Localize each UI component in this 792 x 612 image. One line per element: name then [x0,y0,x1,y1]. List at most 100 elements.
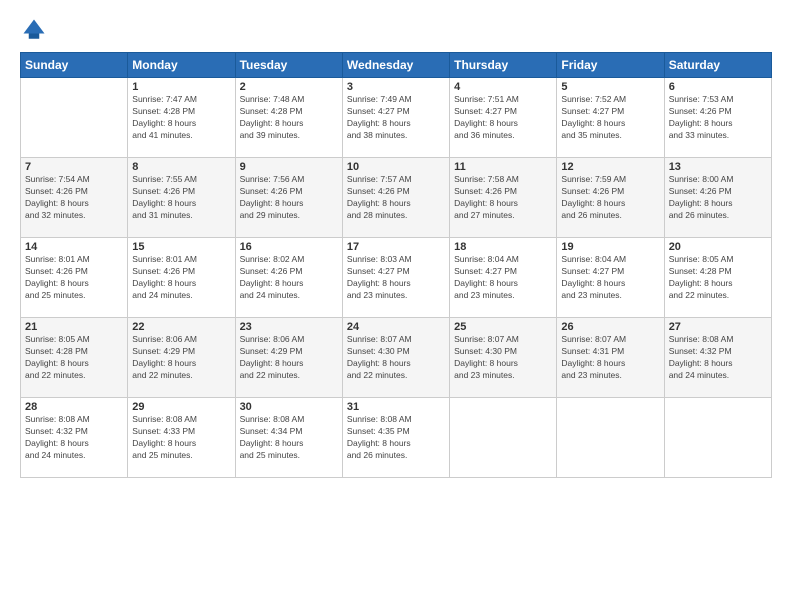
calendar-cell: 13Sunrise: 8:00 AMSunset: 4:26 PMDayligh… [664,158,771,238]
day-number: 14 [25,241,123,253]
calendar-cell: 27Sunrise: 8:08 AMSunset: 4:32 PMDayligh… [664,318,771,398]
calendar-cell: 24Sunrise: 8:07 AMSunset: 4:30 PMDayligh… [342,318,449,398]
day-info: Sunrise: 8:08 AMSunset: 4:32 PMDaylight:… [669,334,767,382]
calendar-cell: 10Sunrise: 7:57 AMSunset: 4:26 PMDayligh… [342,158,449,238]
calendar-cell: 15Sunrise: 8:01 AMSunset: 4:26 PMDayligh… [128,238,235,318]
day-number: 25 [454,321,552,333]
calendar-cell: 17Sunrise: 8:03 AMSunset: 4:27 PMDayligh… [342,238,449,318]
day-number: 11 [454,161,552,173]
day-info: Sunrise: 8:06 AMSunset: 4:29 PMDaylight:… [240,334,338,382]
calendar-cell: 8Sunrise: 7:55 AMSunset: 4:26 PMDaylight… [128,158,235,238]
calendar-cell: 16Sunrise: 8:02 AMSunset: 4:26 PMDayligh… [235,238,342,318]
calendar-cell: 20Sunrise: 8:05 AMSunset: 4:28 PMDayligh… [664,238,771,318]
day-info: Sunrise: 8:07 AMSunset: 4:30 PMDaylight:… [454,334,552,382]
calendar-cell: 19Sunrise: 8:04 AMSunset: 4:27 PMDayligh… [557,238,664,318]
weekday-header: Monday [128,53,235,78]
day-number: 23 [240,321,338,333]
day-info: Sunrise: 8:02 AMSunset: 4:26 PMDaylight:… [240,254,338,302]
day-info: Sunrise: 7:47 AMSunset: 4:28 PMDaylight:… [132,94,230,142]
day-info: Sunrise: 7:55 AMSunset: 4:26 PMDaylight:… [132,174,230,222]
day-info: Sunrise: 8:08 AMSunset: 4:33 PMDaylight:… [132,414,230,462]
day-number: 8 [132,161,230,173]
calendar-week-row: 14Sunrise: 8:01 AMSunset: 4:26 PMDayligh… [21,238,772,318]
day-number: 24 [347,321,445,333]
day-number: 30 [240,401,338,413]
day-info: Sunrise: 7:51 AMSunset: 4:27 PMDaylight:… [454,94,552,142]
day-info: Sunrise: 8:08 AMSunset: 4:35 PMDaylight:… [347,414,445,462]
logo-icon [20,16,48,44]
day-info: Sunrise: 8:01 AMSunset: 4:26 PMDaylight:… [25,254,123,302]
day-info: Sunrise: 8:04 AMSunset: 4:27 PMDaylight:… [561,254,659,302]
day-number: 21 [25,321,123,333]
day-number: 26 [561,321,659,333]
calendar-cell: 12Sunrise: 7:59 AMSunset: 4:26 PMDayligh… [557,158,664,238]
calendar-cell: 5Sunrise: 7:52 AMSunset: 4:27 PMDaylight… [557,78,664,158]
day-number: 13 [669,161,767,173]
day-info: Sunrise: 8:01 AMSunset: 4:26 PMDaylight:… [132,254,230,302]
day-number: 5 [561,81,659,93]
calendar-cell: 9Sunrise: 7:56 AMSunset: 4:26 PMDaylight… [235,158,342,238]
day-number: 20 [669,241,767,253]
day-number: 10 [347,161,445,173]
calendar-cell: 23Sunrise: 8:06 AMSunset: 4:29 PMDayligh… [235,318,342,398]
calendar-cell: 26Sunrise: 8:07 AMSunset: 4:31 PMDayligh… [557,318,664,398]
day-number: 1 [132,81,230,93]
day-info: Sunrise: 8:07 AMSunset: 4:31 PMDaylight:… [561,334,659,382]
calendar-week-row: 21Sunrise: 8:05 AMSunset: 4:28 PMDayligh… [21,318,772,398]
calendar: SundayMondayTuesdayWednesdayThursdayFrid… [20,52,772,478]
calendar-cell: 31Sunrise: 8:08 AMSunset: 4:35 PMDayligh… [342,398,449,478]
calendar-cell: 7Sunrise: 7:54 AMSunset: 4:26 PMDaylight… [21,158,128,238]
day-number: 31 [347,401,445,413]
day-info: Sunrise: 7:48 AMSunset: 4:28 PMDaylight:… [240,94,338,142]
calendar-cell: 22Sunrise: 8:06 AMSunset: 4:29 PMDayligh… [128,318,235,398]
day-info: Sunrise: 8:06 AMSunset: 4:29 PMDaylight:… [132,334,230,382]
calendar-cell: 2Sunrise: 7:48 AMSunset: 4:28 PMDaylight… [235,78,342,158]
day-number: 19 [561,241,659,253]
calendar-cell: 1Sunrise: 7:47 AMSunset: 4:28 PMDaylight… [128,78,235,158]
day-number: 7 [25,161,123,173]
weekday-header-row: SundayMondayTuesdayWednesdayThursdayFrid… [21,53,772,78]
day-number: 17 [347,241,445,253]
day-info: Sunrise: 8:07 AMSunset: 4:30 PMDaylight:… [347,334,445,382]
page: SundayMondayTuesdayWednesdayThursdayFrid… [0,0,792,612]
day-info: Sunrise: 7:56 AMSunset: 4:26 PMDaylight:… [240,174,338,222]
day-number: 18 [454,241,552,253]
day-number: 2 [240,81,338,93]
calendar-cell [557,398,664,478]
calendar-cell [450,398,557,478]
day-info: Sunrise: 7:54 AMSunset: 4:26 PMDaylight:… [25,174,123,222]
calendar-week-row: 7Sunrise: 7:54 AMSunset: 4:26 PMDaylight… [21,158,772,238]
day-number: 12 [561,161,659,173]
calendar-cell: 11Sunrise: 7:58 AMSunset: 4:26 PMDayligh… [450,158,557,238]
day-info: Sunrise: 7:58 AMSunset: 4:26 PMDaylight:… [454,174,552,222]
day-number: 3 [347,81,445,93]
day-info: Sunrise: 7:52 AMSunset: 4:27 PMDaylight:… [561,94,659,142]
day-info: Sunrise: 8:08 AMSunset: 4:32 PMDaylight:… [25,414,123,462]
day-info: Sunrise: 8:08 AMSunset: 4:34 PMDaylight:… [240,414,338,462]
weekday-header: Tuesday [235,53,342,78]
day-number: 6 [669,81,767,93]
weekday-header: Friday [557,53,664,78]
day-info: Sunrise: 8:05 AMSunset: 4:28 PMDaylight:… [25,334,123,382]
calendar-cell: 3Sunrise: 7:49 AMSunset: 4:27 PMDaylight… [342,78,449,158]
day-number: 15 [132,241,230,253]
calendar-cell: 28Sunrise: 8:08 AMSunset: 4:32 PMDayligh… [21,398,128,478]
day-info: Sunrise: 8:05 AMSunset: 4:28 PMDaylight:… [669,254,767,302]
calendar-cell: 25Sunrise: 8:07 AMSunset: 4:30 PMDayligh… [450,318,557,398]
calendar-cell [21,78,128,158]
calendar-cell: 21Sunrise: 8:05 AMSunset: 4:28 PMDayligh… [21,318,128,398]
calendar-cell: 14Sunrise: 8:01 AMSunset: 4:26 PMDayligh… [21,238,128,318]
day-number: 27 [669,321,767,333]
weekday-header: Wednesday [342,53,449,78]
day-number: 4 [454,81,552,93]
day-number: 9 [240,161,338,173]
day-info: Sunrise: 7:49 AMSunset: 4:27 PMDaylight:… [347,94,445,142]
day-info: Sunrise: 8:00 AMSunset: 4:26 PMDaylight:… [669,174,767,222]
day-info: Sunrise: 7:57 AMSunset: 4:26 PMDaylight:… [347,174,445,222]
day-number: 29 [132,401,230,413]
calendar-cell: 18Sunrise: 8:04 AMSunset: 4:27 PMDayligh… [450,238,557,318]
day-number: 22 [132,321,230,333]
logo [20,16,52,44]
calendar-week-row: 28Sunrise: 8:08 AMSunset: 4:32 PMDayligh… [21,398,772,478]
calendar-cell: 6Sunrise: 7:53 AMSunset: 4:26 PMDaylight… [664,78,771,158]
